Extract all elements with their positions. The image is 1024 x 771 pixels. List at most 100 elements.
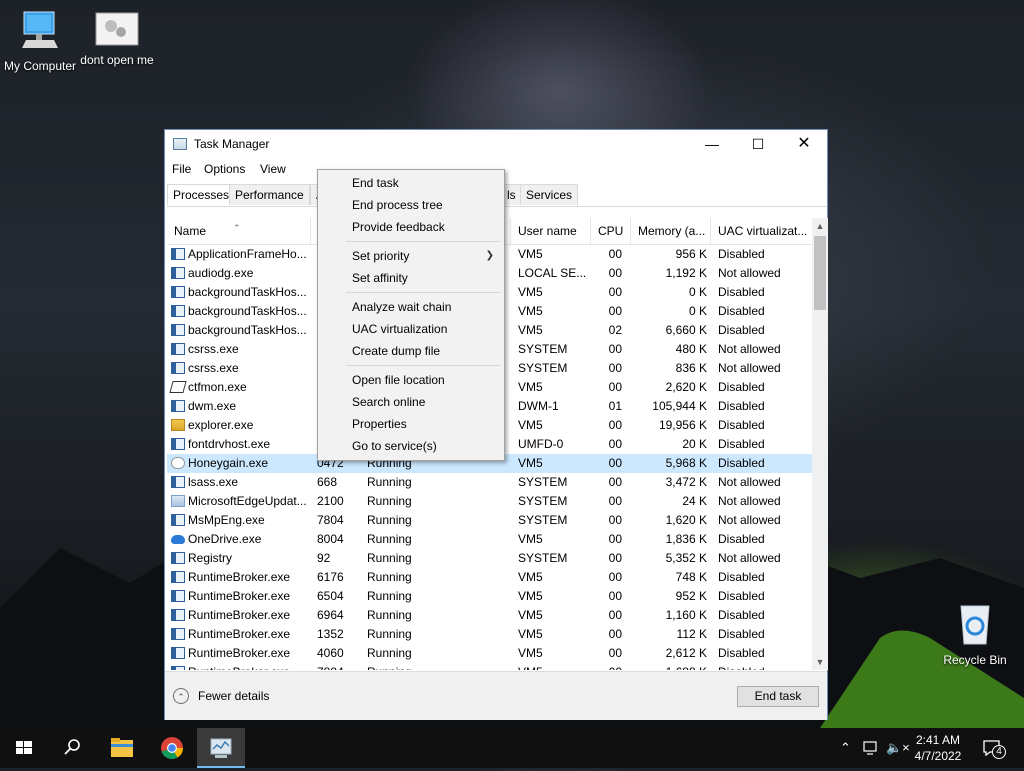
process-edge-icon	[171, 495, 185, 507]
action-center-button[interactable]: 4	[978, 736, 1008, 760]
column-header-name[interactable]: ⌃ Name	[167, 218, 311, 244]
context-menu-end-process-tree[interactable]: End process tree	[318, 194, 504, 216]
process-pid: 92	[317, 551, 331, 565]
process-user: SYSTEM	[518, 342, 568, 356]
taskbar-file-explorer[interactable]	[98, 728, 146, 768]
column-header-memory[interactable]: Memory (a...	[631, 218, 711, 244]
tab-performance[interactable]: Performance	[229, 184, 310, 205]
context-menu-uac-virtualization[interactable]: UAC virtualization	[318, 318, 504, 340]
column-header-uac[interactable]: UAC virtualizat...	[711, 218, 812, 244]
context-menu-properties[interactable]: Properties	[318, 413, 504, 435]
notification-count-badge: 4	[992, 745, 1006, 759]
process-memory: 956 K	[675, 247, 707, 261]
process-name: MsMpEng.exe	[188, 513, 265, 527]
minimize-button[interactable]: —	[689, 130, 735, 158]
process-app-icon	[171, 324, 185, 336]
start-button[interactable]	[0, 728, 48, 768]
process-pid: 1352	[317, 627, 344, 641]
process-name: RuntimeBroker.exe	[188, 627, 291, 641]
process-app-icon	[171, 666, 185, 670]
table-row[interactable]: RuntimeBroker.exe 6176 Running VM5 00 748 K Di…	[167, 568, 812, 587]
process-user: VM5	[518, 589, 543, 603]
settings-file-icon	[95, 12, 139, 46]
process-app-icon	[171, 267, 185, 279]
context-menu-provide-feedback[interactable]: Provide feedback	[318, 216, 504, 238]
process-status: Running	[367, 494, 412, 508]
task-manager-icon	[210, 738, 232, 758]
context-menu-set-affinity[interactable]: Set affinity	[318, 267, 504, 289]
process-cpu: 00	[608, 513, 622, 527]
process-honey-icon	[171, 457, 185, 469]
context-menu-analyze-wait-chain[interactable]: Analyze wait chain	[318, 296, 504, 318]
title-bar[interactable]: Task Manager — ☐ ✕	[165, 130, 827, 158]
process-name: backgroundTaskHos...	[188, 304, 307, 318]
process-app-icon	[171, 438, 185, 450]
table-row[interactable]: RuntimeBroker.exe 7884 Running VM5 00 1,688 K…	[167, 663, 812, 670]
process-uac: Disabled	[718, 532, 765, 546]
table-row[interactable]: MsMpEng.exe 7804 Running SYSTEM 00 1,620 K Not…	[167, 511, 812, 530]
recycle-bin-icon	[960, 605, 990, 645]
tab-services[interactable]: Services	[520, 184, 579, 205]
context-menu-label: End process tree	[352, 198, 443, 212]
process-cpu: 00	[608, 456, 622, 470]
context-menu-search-online[interactable]: Search online	[318, 391, 504, 413]
process-name: RuntimeBroker.exe	[188, 589, 291, 603]
menu-file[interactable]: File	[172, 162, 191, 176]
process-name: csrss.exe	[188, 361, 239, 375]
process-uac: Not allowed	[718, 494, 781, 508]
end-task-button[interactable]: End task	[737, 686, 819, 707]
table-row[interactable]: MicrosoftEdgeUpdat... 2100 Running SYSTEM 00…	[167, 492, 812, 511]
table-row[interactable]: lsass.exe 668 Running SYSTEM 00 3,472 K Not al…	[167, 473, 812, 492]
tab-processes[interactable]: Processes	[167, 184, 236, 205]
desktop-icon-recycle-bin[interactable]: Recycle Bin	[935, 602, 1015, 667]
process-name: OneDrive.exe	[188, 532, 262, 546]
table-row[interactable]: RuntimeBroker.exe 1352 Running VM5 00 112 K Di…	[167, 625, 812, 644]
network-icon[interactable]	[863, 740, 879, 756]
fewer-details-link[interactable]: Fewer details	[198, 689, 269, 703]
process-status: Running	[367, 551, 412, 565]
folder-icon	[111, 738, 133, 757]
show-hidden-icons-chevron-icon[interactable]: ⌃	[840, 740, 851, 756]
menu-options[interactable]: Options	[204, 162, 245, 176]
process-pid: 7884	[317, 663, 361, 670]
process-memory: 105,944 K	[652, 399, 707, 413]
column-header-user[interactable]: User name	[511, 218, 591, 244]
system-clock[interactable]: 2:41 AM 4/7/2022	[905, 732, 971, 764]
menu-separator	[346, 365, 501, 366]
table-row[interactable]: RuntimeBroker.exe 6504 Running VM5 00 952 K Di…	[167, 587, 812, 606]
menu-view[interactable]: View	[260, 162, 286, 176]
process-status: Running	[367, 608, 412, 622]
scrollbar-thumb[interactable]	[814, 236, 826, 310]
process-cpu: 00	[608, 342, 622, 356]
context-menu-end-task[interactable]: End task	[318, 172, 504, 194]
process-cpu: 00	[608, 646, 622, 660]
search-button[interactable]	[48, 728, 96, 768]
context-menu-open-file-location[interactable]: Open file location	[318, 369, 504, 391]
desktop-icon-dont-open-me[interactable]: dont open me	[77, 12, 157, 67]
vertical-scrollbar[interactable]: ▲ ▼	[812, 218, 828, 670]
context-menu-go-to-service-s[interactable]: Go to service(s)	[318, 435, 504, 457]
table-row[interactable]: Registry 92 Running SYSTEM 00 5,352 K Not allo…	[167, 549, 812, 568]
process-uac: Disabled	[718, 247, 765, 261]
context-menu-label: Properties	[352, 417, 407, 431]
table-row[interactable]: RuntimeBroker.exe 6964 Running VM5 00 1,160 K…	[167, 606, 812, 625]
close-button[interactable]: ✕	[781, 130, 827, 158]
process-uac: Disabled	[718, 380, 765, 394]
desktop-icon-my-computer[interactable]: My Computer	[0, 10, 80, 73]
taskbar-chrome[interactable]	[148, 728, 196, 768]
table-row[interactable]: RuntimeBroker.exe 4060 Running VM5 00 2,612 K…	[167, 644, 812, 663]
table-row[interactable]: OneDrive.exe 8004 Running VM5 00 1,836 K Disab…	[167, 530, 812, 549]
context-menu-create-dump-file[interactable]: Create dump file	[318, 340, 504, 362]
process-uac: Not allowed	[718, 513, 781, 527]
taskbar-task-manager[interactable]	[197, 728, 245, 768]
scroll-up-icon[interactable]: ▲	[812, 218, 828, 234]
process-cpu: 00	[608, 494, 622, 508]
search-icon	[64, 739, 80, 755]
context-menu-set-priority[interactable]: Set priority ❯	[318, 245, 504, 267]
maximize-button[interactable]: ☐	[735, 130, 781, 158]
chevron-up-icon[interactable]: ⌃	[173, 688, 189, 704]
context-menu-label: Open file location	[352, 373, 445, 387]
process-uac: Disabled	[718, 663, 812, 670]
column-header-cpu[interactable]: CPU	[591, 218, 631, 244]
scroll-down-icon[interactable]: ▼	[812, 654, 828, 670]
